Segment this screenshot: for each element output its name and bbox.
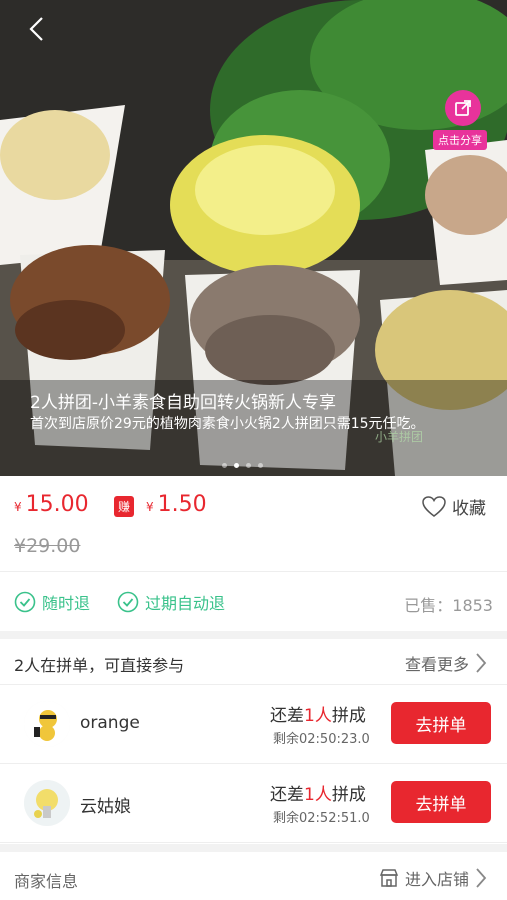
need-suffix: 拼成 <box>331 785 366 805</box>
remaining-time: 剩余02:50:23.0 <box>273 732 370 747</box>
need-suffix: 拼成 <box>331 706 366 726</box>
check-circle-icon <box>14 591 36 613</box>
enter-store-link[interactable]: 进入店铺 <box>379 866 487 890</box>
heart-icon <box>422 495 446 517</box>
hero-banner[interactable]: 点击分享 2人拼团-小羊素食自助回转火锅新人专享 首次到店原价29元的植物肉素食… <box>0 0 507 476</box>
view-more-label: 查看更多 <box>404 655 469 674</box>
merchant-info-title: 商家信息 <box>14 872 79 891</box>
current-price: ¥15.00 <box>14 492 89 517</box>
view-more-link[interactable]: 查看更多 <box>405 651 487 675</box>
sold-count: 已售：1853 <box>404 596 493 615</box>
share-label[interactable]: 点击分享 <box>433 130 487 150</box>
guarantee-auto-refund: 过期自动退 <box>117 590 225 614</box>
watermark: 小羊拼团 <box>375 430 424 444</box>
user-name: orange <box>80 713 140 733</box>
currency-symbol: ¥ <box>146 500 154 514</box>
guarantee-refund-anytime: 随时退 <box>14 590 90 614</box>
group-buy-title: 2人在拼单，可直接参与 <box>14 656 185 675</box>
chevron-right-icon <box>476 653 487 673</box>
store-icon <box>379 869 399 887</box>
back-button[interactable] <box>22 14 52 44</box>
price-section: ¥15.00 赚 ¥1.50 ¥29.00 收藏 <box>0 476 507 571</box>
group-row: orange 还差1人拼成 剩余02:50:23.0 去拼单 <box>0 685 507 764</box>
guarantee-label: 过期自动退 <box>145 594 226 613</box>
carousel-dot[interactable] <box>258 463 263 468</box>
remaining-time: 剩余02:52:51.0 <box>273 811 370 826</box>
need-count-text: 还差1人拼成 <box>270 780 366 805</box>
favorite-button[interactable]: 收藏 <box>422 494 486 519</box>
merchant-info-bar: 商家信息 进入店铺 <box>0 852 507 900</box>
earn-amount: ¥1.50 <box>146 492 207 517</box>
need-prefix: 还差 <box>270 706 304 726</box>
need-prefix: 还差 <box>270 785 304 805</box>
guarantee-bar: 随时退 过期自动退 已售：1853 <box>0 571 507 631</box>
user-avatar-image <box>24 701 70 747</box>
group-buy-section: 2人在拼单，可直接参与 查看更多 orange 还差1人拼成 剩余02:50:2… <box>0 639 507 844</box>
user-avatar-image <box>24 780 70 826</box>
user-name: 云姑娘 <box>80 797 131 817</box>
need-count: 1人 <box>304 706 332 726</box>
enter-store-label: 进入店铺 <box>404 870 469 889</box>
original-price: ¥29.00 <box>14 535 81 557</box>
carousel-dots[interactable] <box>222 463 263 468</box>
group-buy-header: 2人在拼单，可直接参与 查看更多 <box>0 639 507 685</box>
guarantee-label: 随时退 <box>42 594 91 613</box>
carousel-dot[interactable] <box>222 463 227 468</box>
need-count: 1人 <box>304 785 332 805</box>
share-icon <box>455 100 471 116</box>
carousel-dot-active[interactable] <box>234 463 239 468</box>
join-group-button[interactable]: 去拼单 <box>391 781 491 823</box>
current-price-value: 15.00 <box>25 492 89 517</box>
need-count-text: 还差1人拼成 <box>270 701 366 726</box>
currency-symbol: ¥ <box>14 500 22 514</box>
earn-value: 1.50 <box>157 492 207 517</box>
product-title: 2人拼团-小羊素食自助回转火锅新人专享 <box>30 393 336 413</box>
avatar <box>24 701 70 747</box>
group-row: 云姑娘 还差1人拼成 剩余02:52:51.0 去拼单 <box>0 764 507 843</box>
carousel-dot[interactable] <box>246 463 251 468</box>
chevron-right-icon <box>476 868 487 888</box>
share-button[interactable] <box>445 90 481 126</box>
chevron-left-icon <box>29 17 43 41</box>
check-circle-icon <box>117 591 139 613</box>
join-group-button[interactable]: 去拼单 <box>391 702 491 744</box>
avatar <box>24 780 70 826</box>
favorite-label: 收藏 <box>452 499 486 519</box>
earn-badge: 赚 <box>114 496 135 517</box>
